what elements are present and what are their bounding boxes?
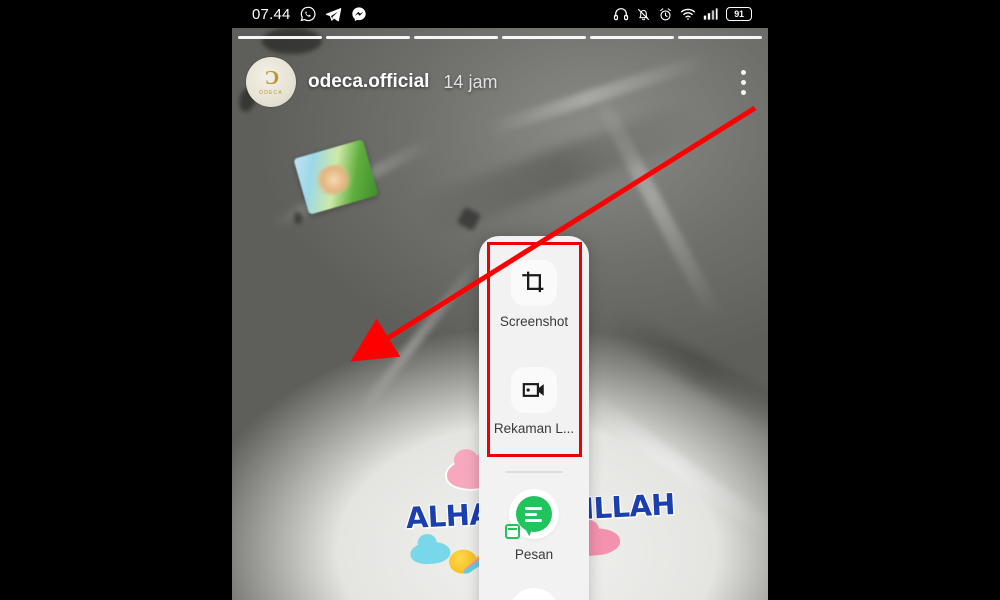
screen-record-icon xyxy=(522,383,544,397)
message-bubble-icon xyxy=(516,496,552,532)
panel-item-label: Rekaman L... xyxy=(493,421,575,436)
status-clock: 07.44 xyxy=(252,5,291,23)
dark-speck xyxy=(456,206,482,232)
kebab-menu-icon[interactable] xyxy=(741,70,746,95)
notification-muted-icon xyxy=(637,8,650,20)
screenshot-root: ALHAMDULILLAH Ɔ ODECA odeca.official 14 … xyxy=(0,0,1000,600)
bubble-line xyxy=(525,513,537,516)
quick-action-panel: Screenshot Rekaman L... Pesan xyxy=(479,236,589,600)
headphones-icon xyxy=(613,8,629,21)
story-progress-bar[interactable] xyxy=(232,36,768,40)
status-bar: 07.44 91 xyxy=(232,0,768,28)
telegram-icon xyxy=(325,7,341,21)
product-tag xyxy=(293,139,379,215)
wifi-icon xyxy=(680,8,696,20)
progress-segment[interactable] xyxy=(326,36,410,39)
panel-item-label: Screenshot xyxy=(499,314,569,329)
progress-segment[interactable] xyxy=(590,36,674,39)
battery-level: 91 xyxy=(734,8,744,19)
messenger-icon xyxy=(351,7,366,22)
kebab-dot xyxy=(741,80,746,85)
battery-indicator: 91 xyxy=(726,7,752,21)
avatar-logo-word: ODECA xyxy=(259,90,283,96)
progress-segment[interactable] xyxy=(414,36,498,39)
progress-segment[interactable] xyxy=(678,36,762,39)
panel-item-pesan[interactable]: Pesan xyxy=(479,489,589,562)
pesan-tile[interactable] xyxy=(505,489,559,539)
cellular-signal-icon xyxy=(703,8,718,20)
avatar[interactable]: Ɔ ODECA xyxy=(246,57,296,107)
dark-speck xyxy=(294,212,302,224)
whatsapp-icon xyxy=(300,6,316,22)
progress-segment[interactable] xyxy=(502,36,586,39)
panel-divider xyxy=(505,471,563,473)
panel-item-label: Pesan xyxy=(514,547,554,562)
kebab-dot xyxy=(741,70,746,75)
story-username[interactable]: odeca.official xyxy=(308,71,429,93)
panel-item-screenshot[interactable]: Screenshot xyxy=(479,260,589,329)
panel-item-screen-record[interactable]: Rekaman L... xyxy=(479,367,589,436)
crop-screenshot-icon xyxy=(522,271,544,293)
avatar-logo-mark: Ɔ xyxy=(264,67,280,89)
status-bar-left: 07.44 xyxy=(252,6,367,23)
story-header: Ɔ ODECA odeca.official 14 jam xyxy=(232,56,768,108)
app-badge-icon xyxy=(505,524,520,539)
screen-record-tile[interactable] xyxy=(511,367,557,413)
bubble-line xyxy=(525,519,542,522)
dark-speck xyxy=(262,28,322,54)
panel-item-next-partial[interactable] xyxy=(509,588,559,600)
screenshot-tile[interactable] xyxy=(511,260,557,306)
story-timestamp: 14 jam xyxy=(443,71,498,92)
cloud-decoration xyxy=(409,540,452,566)
progress-segment[interactable] xyxy=(238,36,322,39)
phone-screen: ALHAMDULILLAH Ɔ ODECA odeca.official 14 … xyxy=(232,0,768,600)
bubble-line xyxy=(525,507,542,510)
alarm-icon xyxy=(660,7,671,20)
status-bar-right: 91 xyxy=(613,0,752,28)
kebab-dot xyxy=(741,90,746,95)
